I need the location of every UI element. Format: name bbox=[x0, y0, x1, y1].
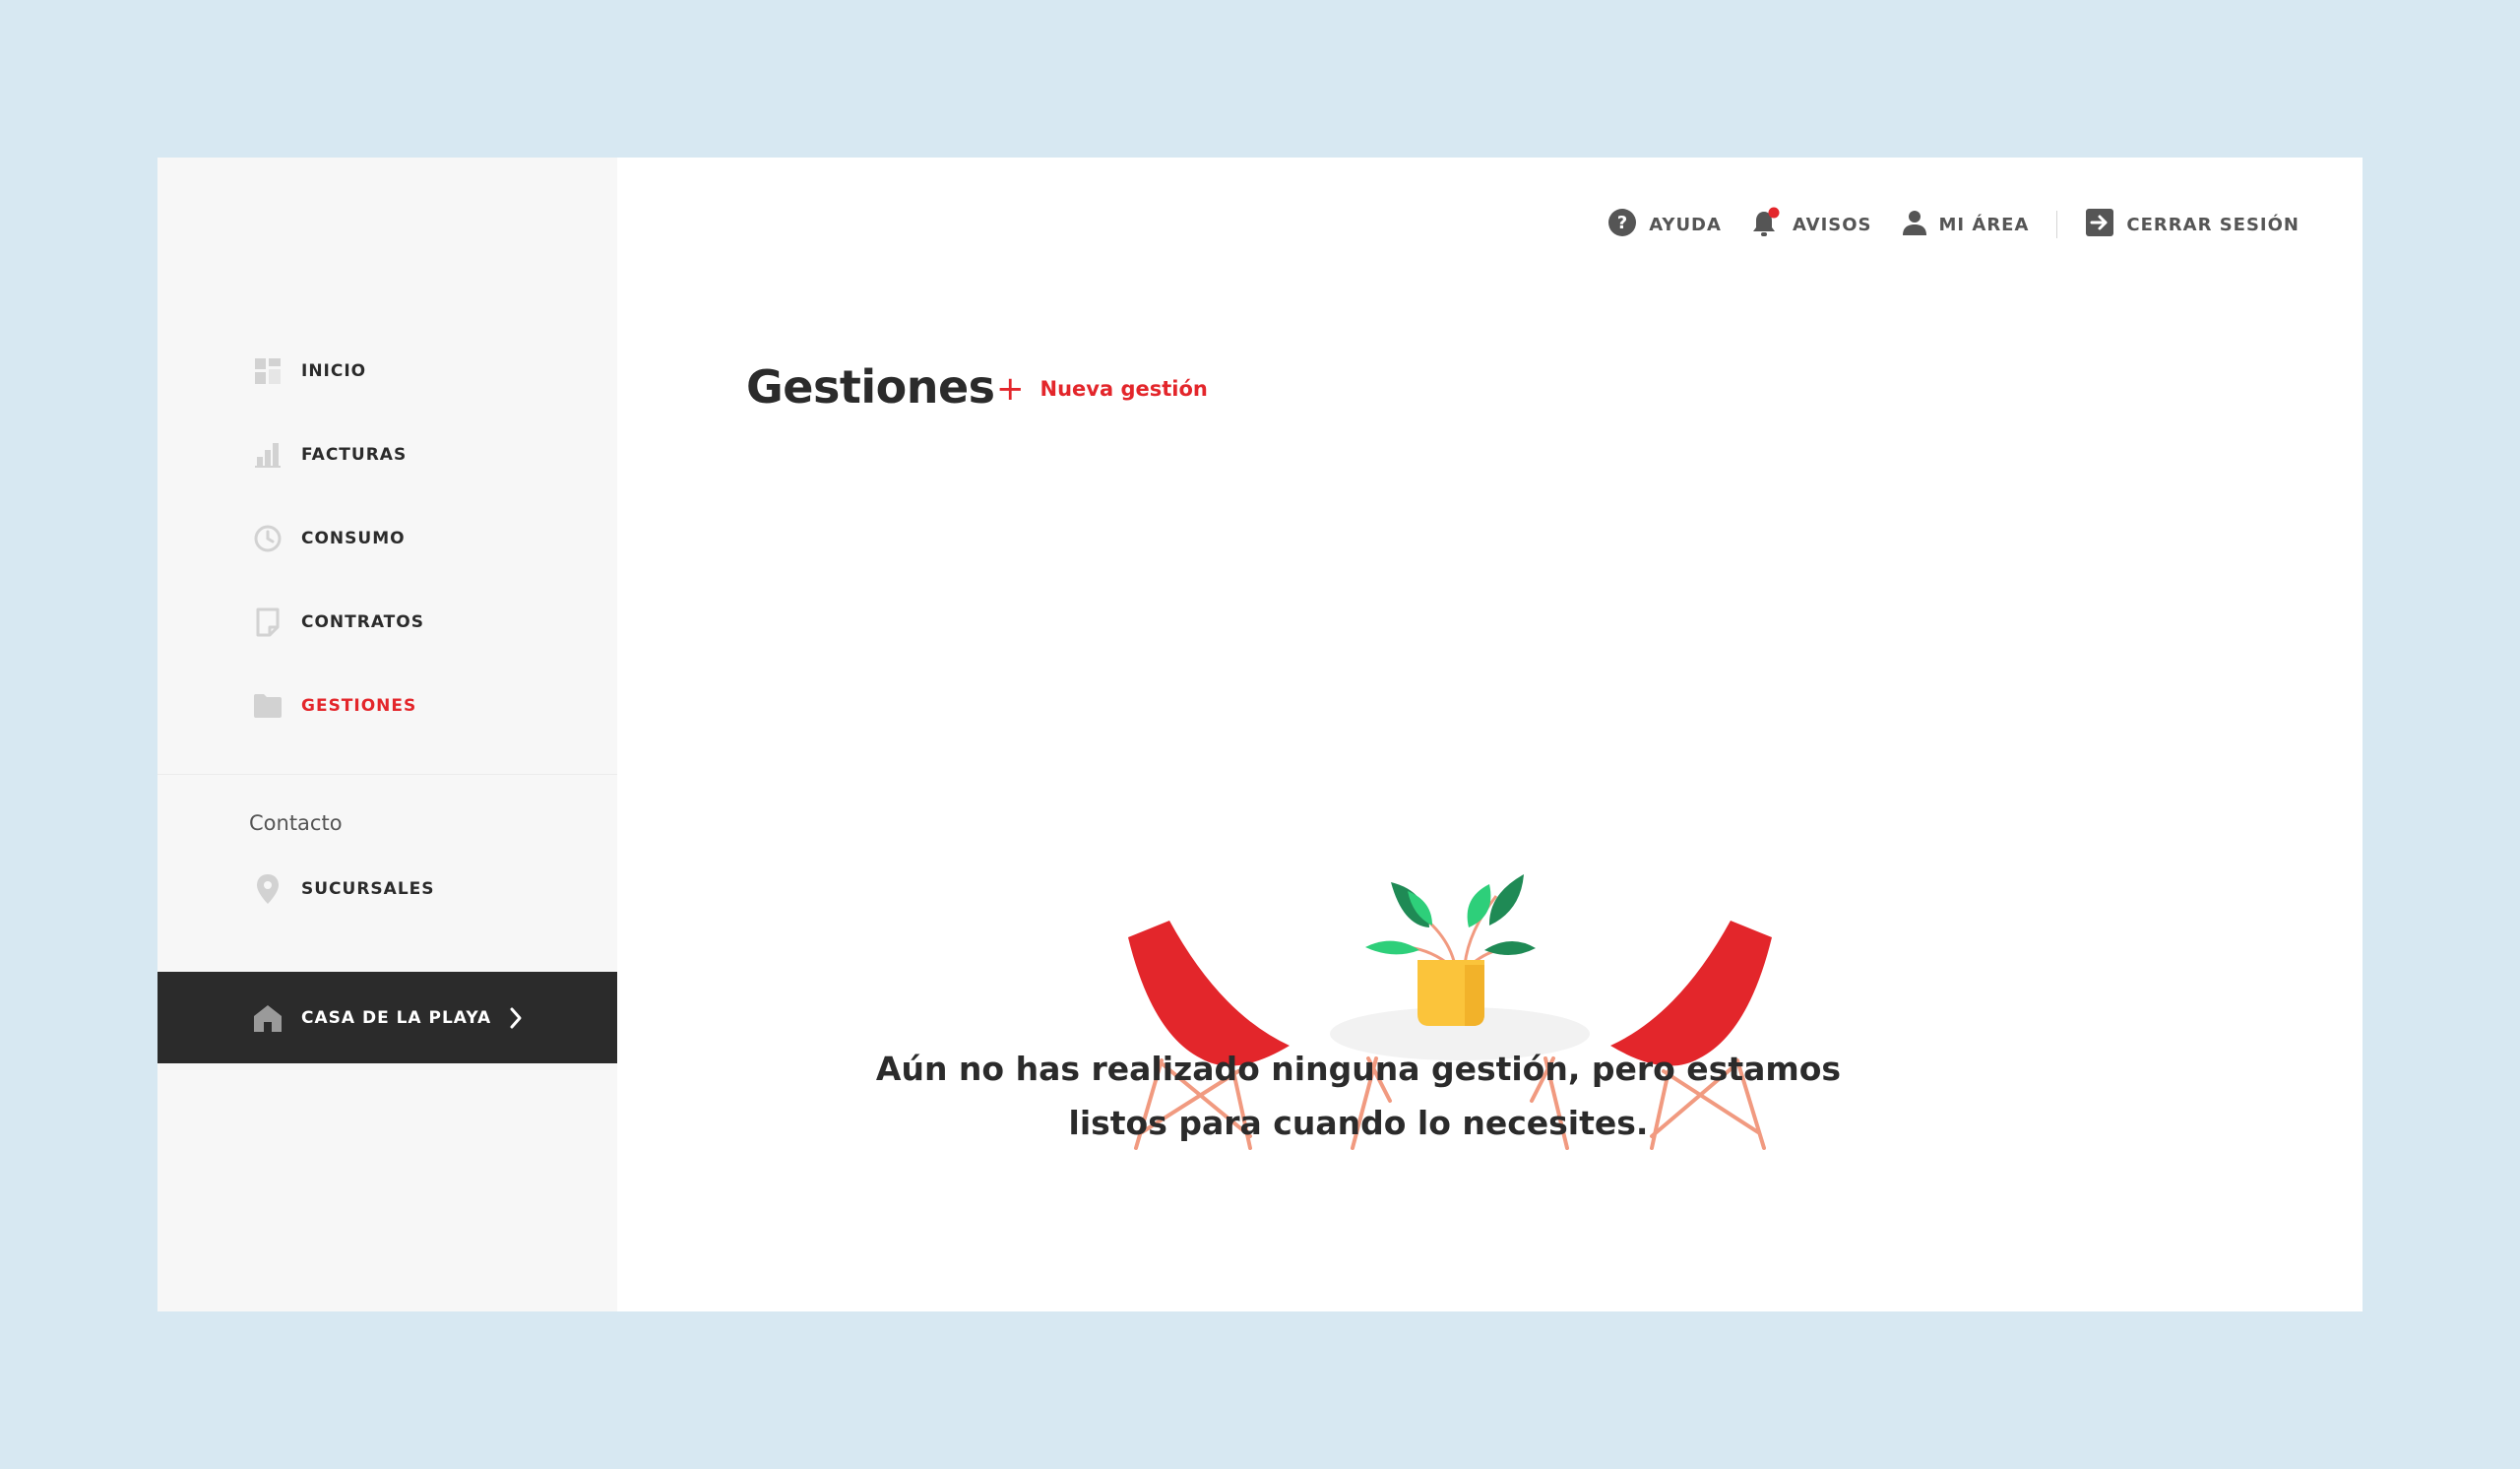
sidebar: INICIO FACTURAS CONSUMO CONTRATOS GESTIO… bbox=[158, 158, 617, 1311]
header-separator bbox=[2056, 211, 2058, 238]
property-selector[interactable]: CASA DE LA PLAYA bbox=[158, 972, 617, 1063]
my-area-link[interactable]: MI ÁREA bbox=[1902, 209, 2030, 240]
property-label: CASA DE LA PLAYA bbox=[301, 1007, 492, 1028]
sidebar-item-label: CONSUMO bbox=[301, 529, 406, 548]
logout-icon bbox=[2085, 208, 2114, 241]
empty-state-line-1: Aún no has realizado ninguna gestión, pe… bbox=[875, 1050, 1842, 1088]
svg-text:?: ? bbox=[1617, 213, 1627, 233]
logout-link[interactable]: CERRAR SESIÓN bbox=[2085, 208, 2300, 241]
help-icon: ? bbox=[1607, 208, 1637, 241]
sidebar-divider bbox=[158, 774, 617, 775]
sidebar-item-sucursales[interactable]: SUCURSALES bbox=[252, 869, 435, 909]
contact-section-label: Contacto bbox=[249, 811, 343, 835]
notices-link[interactable]: AVISOS bbox=[1751, 207, 1872, 242]
sidebar-item-consumo[interactable]: CONSUMO bbox=[252, 519, 406, 558]
sidebar-item-label: GESTIONES bbox=[301, 696, 417, 716]
chevron-right-icon bbox=[509, 1006, 523, 1030]
app-window: INICIO FACTURAS CONSUMO CONTRATOS GESTIO… bbox=[158, 158, 2362, 1311]
bell-icon bbox=[1751, 207, 1781, 242]
logout-label: CERRAR SESIÓN bbox=[2126, 214, 2300, 235]
my-area-label: MI ÁREA bbox=[1938, 214, 2030, 235]
sidebar-item-facturas[interactable]: FACTURAS bbox=[252, 435, 407, 475]
page-title: Gestiones bbox=[746, 360, 995, 414]
user-icon bbox=[1902, 209, 1927, 240]
location-pin-icon bbox=[252, 873, 284, 905]
sidebar-item-contratos[interactable]: CONTRATOS bbox=[252, 603, 424, 642]
document-icon bbox=[252, 607, 284, 638]
home-icon bbox=[252, 1002, 284, 1034]
new-gestion-button[interactable]: + Nueva gestión bbox=[996, 372, 1208, 406]
empty-state-line-2: listos para cuando lo necesites. bbox=[1068, 1104, 1649, 1142]
sidebar-item-label: CONTRATOS bbox=[301, 612, 424, 632]
bar-chart-icon bbox=[252, 439, 284, 471]
dashboard-icon bbox=[252, 355, 284, 387]
new-gestion-label: Nueva gestión bbox=[1040, 377, 1208, 401]
top-bar: ? AYUDA AVISOS MI ÁREA CERRAR SESIÓN bbox=[1607, 205, 2300, 244]
help-label: AYUDA bbox=[1649, 214, 1722, 235]
folder-icon bbox=[252, 690, 284, 722]
sidebar-item-label: FACTURAS bbox=[301, 445, 408, 465]
notices-label: AVISOS bbox=[1792, 214, 1872, 235]
help-link[interactable]: ? AYUDA bbox=[1607, 208, 1722, 241]
sidebar-item-label: SUCURSALES bbox=[301, 879, 435, 899]
clock-icon bbox=[252, 523, 284, 554]
empty-state-message: Aún no has realizado ninguna gestión, pe… bbox=[866, 1042, 1851, 1150]
sidebar-item-gestiones[interactable]: GESTIONES bbox=[252, 686, 416, 726]
sidebar-item-inicio[interactable]: INICIO bbox=[252, 351, 366, 391]
sidebar-item-label: INICIO bbox=[301, 361, 367, 381]
plus-icon: + bbox=[996, 369, 1025, 409]
